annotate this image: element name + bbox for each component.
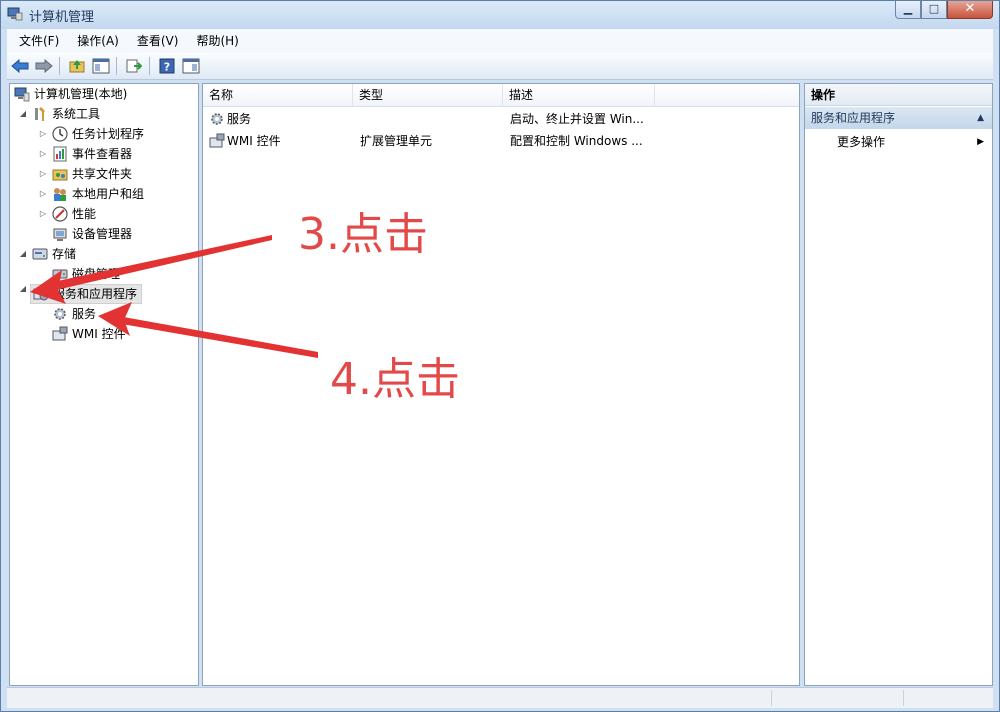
content-list: 名称 类型 描述 服务 启动、终止并设置 Win... WMI 控件 扩展管理单… [202,83,800,686]
expanded-arrow-icon[interactable]: ◢ [18,244,28,264]
list-row[interactable]: WMI 控件 扩展管理单元 配置和控制 Windows ... [203,130,799,152]
status-cell [771,690,902,706]
show-hide-action-pane-button[interactable] [180,55,202,77]
annotation-step4: 4.点击 [330,354,460,405]
tree-item-label: WMI 控件 [72,327,126,341]
actions-section-label: 服务和应用程序 [811,111,896,125]
annotation-step3: 3.点击 [298,209,428,260]
menu-file[interactable]: 文件(F) [13,31,65,51]
tree-item-label: 存储 [52,247,77,261]
column-header-name[interactable]: 名称 [203,84,353,106]
status-cell [903,690,992,706]
collapsed-arrow-icon[interactable]: ▷ [38,164,48,184]
menu-bar: 文件(F) 操作(A) 查看(V) 帮助(H) [7,29,993,53]
shared-folder-icon [52,169,68,181]
collapsed-arrow-icon[interactable]: ▷ [38,144,48,164]
forward-button[interactable] [33,55,55,77]
performance-icon [52,206,68,222]
minimize-icon: ▁ [903,2,913,15]
maximize-button[interactable]: □ [921,1,947,19]
tree-item-label: 任务计划程序 [72,127,145,141]
maximize-icon: □ [928,2,940,15]
tree-item-label: 服务 [72,307,97,321]
close-button[interactable]: ✕ [947,1,993,19]
menu-view[interactable]: 查看(V) [131,31,185,51]
window-frame: 计算机管理 ▁ □ ✕ 文件(F) 操作(A) 查看(V) 帮助(H) ? 计算… [0,0,1000,712]
row-name: WMI 控件 [227,134,281,148]
actions-header: 操作 [805,84,992,106]
help-button[interactable]: ? [156,55,178,77]
expanded-arrow-icon[interactable]: ◢ [18,284,28,304]
svg-text:?: ? [164,61,170,74]
help-icon: ? [159,58,175,74]
expanded-arrow-icon[interactable]: ◢ [18,104,28,124]
up-folder-icon [69,60,85,73]
actions-section-services-and-applications[interactable]: 服务和应用程序 ▲ [805,107,992,129]
collapsed-arrow-icon[interactable]: ▷ [38,124,48,144]
computer-management-icon [14,87,30,102]
gear-icon [211,113,223,125]
collapse-arrow-icon[interactable]: ▲ [977,107,984,129]
toolbar: ? [7,53,993,80]
storage-icon [32,248,48,260]
computer-management-icon [7,7,23,21]
tree-item-label: 服务和应用程序 [53,287,138,301]
window-title: 计算机管理 [29,10,95,25]
row-type: 扩展管理单元 [360,134,433,148]
show-hide-action-pane-icon [182,58,200,74]
show-hide-tree-icon [92,58,110,74]
device-manager-icon [53,228,67,241]
tree-item-label: 共享文件夹 [72,167,133,181]
more-actions-item[interactable]: 更多操作 ▶ [805,131,992,153]
menu-help[interactable]: 帮助(H) [190,31,244,51]
column-header-type[interactable]: 类型 [353,84,503,106]
tree-item-services-and-applications[interactable]: 服务和应用程序 [30,284,142,304]
tree-item-label: 设备管理器 [72,227,133,241]
toolbar-separator [116,57,117,75]
menu-action[interactable]: 操作(A) [71,31,125,51]
wmi-control-icon [52,326,68,341]
tree-item-label: 磁盘管理 [72,267,121,281]
title-bar[interactable]: 计算机管理 ▁ □ ✕ [1,1,999,29]
row-description: 配置和控制 Windows ... [510,134,643,148]
window-controls: ▁ □ ✕ [895,1,993,21]
actions-pane: 操作 服务和应用程序 ▲ 更多操作 ▶ [804,83,993,686]
tree-item-label: 系统工具 [52,107,101,121]
tree-item-label: 性能 [72,207,97,221]
forward-arrow-icon [35,59,53,73]
column-header-description[interactable]: 描述 [503,84,655,106]
tree-item-label: 事件查看器 [72,147,133,161]
event-viewer-icon [53,146,67,162]
export-list-icon [126,59,142,73]
toolbar-separator [149,57,150,75]
export-list-button[interactable] [123,55,145,77]
list-row[interactable]: 服务 启动、终止并设置 Win... [203,108,799,130]
more-actions-label: 更多操作 [837,135,886,149]
services-applications-icon [33,288,49,301]
show-hide-tree-button[interactable] [90,55,112,77]
clock-icon [52,126,68,142]
back-arrow-icon [11,59,29,73]
back-button[interactable] [9,55,31,77]
tree-item-label: 计算机管理(本地) [34,87,128,101]
row-name: 服务 [227,112,252,126]
status-bar [7,687,993,708]
up-one-level-button[interactable] [66,55,88,77]
tools-icon [35,107,45,121]
users-icon [54,188,66,201]
submenu-arrow-icon: ▶ [977,137,984,147]
list-header: 名称 类型 描述 [203,84,799,107]
collapsed-arrow-icon[interactable]: ▷ [38,184,48,204]
minimize-button[interactable]: ▁ [895,1,921,19]
row-description: 启动、终止并设置 Win... [510,112,644,126]
gear-icon [54,308,66,320]
wmi-control-icon [209,133,225,148]
disk-icon [52,269,68,279]
toolbar-separator [59,57,60,75]
tree-item-label: 本地用户和组 [72,187,145,201]
close-icon: ✕ [964,1,976,16]
collapsed-arrow-icon[interactable]: ▷ [38,204,48,224]
navigation-tree: 计算机管理(本地) ◢ 系统工具 ▷ 任务计划程序 ▷ 事件查看器 ▷ 共享文件… [9,83,199,686]
